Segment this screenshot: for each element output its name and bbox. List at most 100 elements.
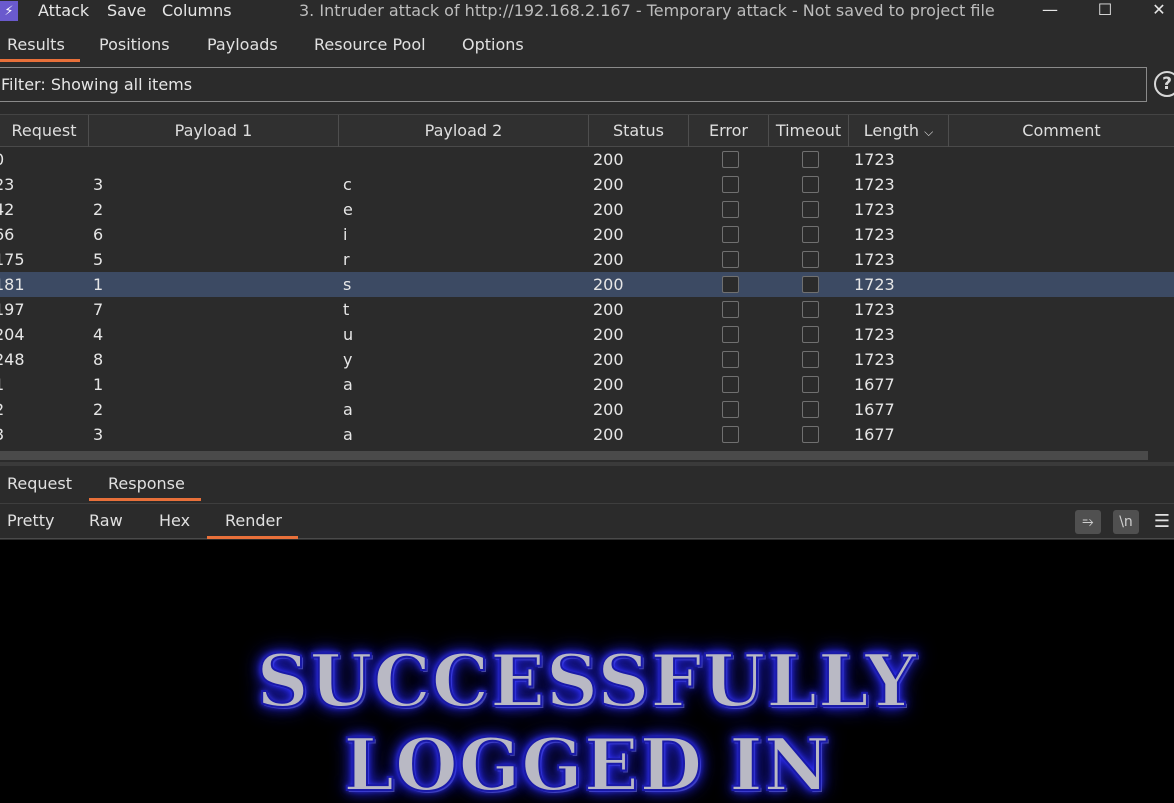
table-row[interactable]: 197 7 t 200 1723 (0, 297, 1174, 322)
timeout-checkbox (802, 151, 819, 168)
table-row[interactable]: 0 200 1723 (0, 147, 1174, 172)
error-checkbox (722, 276, 739, 293)
menu-columns[interactable]: Columns (162, 0, 232, 22)
cell-payload-2: a (343, 375, 353, 394)
cell-status: 200 (593, 225, 624, 244)
split-pane-divider[interactable] (0, 462, 1174, 466)
timeout-checkbox (802, 326, 819, 343)
cell-payload-1: 8 (93, 350, 104, 369)
sort-descending-icon: ⌵ (924, 125, 934, 139)
cell-status: 200 (593, 375, 624, 394)
cell-payload-2: i (343, 225, 348, 244)
hamburger-menu-icon[interactable]: ☰ (1152, 512, 1172, 532)
cell-length: 1723 (854, 150, 895, 169)
column-header-error[interactable]: Error (689, 115, 769, 147)
cell-request: 204 (0, 325, 25, 344)
cell-status: 200 (593, 250, 624, 269)
cell-request: 3 (0, 422, 4, 447)
cell-status: 200 (593, 150, 624, 169)
cell-length: 1677 (854, 400, 895, 419)
cell-length: 1723 (854, 225, 895, 244)
column-header-length[interactable]: Length ⌵ (849, 115, 949, 147)
cell-request: 248 (0, 350, 25, 369)
error-checkbox (722, 376, 739, 393)
error-checkbox (722, 301, 739, 318)
cell-status: 200 (593, 400, 624, 419)
tab-payloads[interactable]: Payloads (207, 30, 278, 62)
title-bar: ⚡ Attack Save Columns 3. Intruder attack… (0, 0, 1174, 24)
minimize-icon[interactable]: — (1035, 0, 1065, 22)
tab-positions[interactable]: Positions (99, 30, 170, 62)
tab-response[interactable]: Response (89, 470, 201, 501)
cell-payload-1: 2 (93, 200, 104, 219)
tab-request[interactable]: Request (7, 470, 72, 501)
cell-request: 66 (0, 225, 15, 244)
timeout-checkbox (802, 401, 819, 418)
table-row[interactable]: 181 1 s 200 1723 (0, 272, 1174, 297)
table-row[interactable]: 248 8 y 200 1723 (0, 347, 1174, 372)
tab-resource-pool[interactable]: Resource Pool (314, 30, 426, 62)
cell-length: 1723 (854, 250, 895, 269)
column-header-payload-2[interactable]: Payload 2 (339, 115, 589, 147)
tab-options[interactable]: Options (462, 30, 524, 62)
show-newlines-icon[interactable]: \n (1113, 510, 1139, 534)
table-row[interactable]: 23 3 c 200 1723 (0, 172, 1174, 197)
help-icon[interactable]: ? (1154, 71, 1174, 97)
column-header-timeout[interactable]: Timeout (769, 115, 849, 147)
column-header-comment[interactable]: Comment (949, 115, 1174, 147)
view-tab-hex[interactable]: Hex (159, 504, 190, 539)
cell-request: 1 (0, 372, 4, 397)
view-tab-raw[interactable]: Raw (89, 504, 123, 539)
cell-length: 1723 (854, 325, 895, 344)
table-row[interactable]: 204 4 u 200 1723 (0, 322, 1174, 347)
cell-status: 200 (593, 350, 624, 369)
column-header-payload-1[interactable]: Payload 1 (89, 115, 339, 147)
column-header-request[interactable]: Request (0, 115, 89, 147)
cell-status: 200 (593, 425, 624, 444)
cell-request: 42 (0, 200, 15, 219)
cell-length: 1677 (854, 375, 895, 394)
cell-payload-1: 4 (93, 325, 104, 344)
results-filter-bar[interactable]: Filter: Showing all items (0, 67, 1147, 102)
cell-request: 181 (0, 275, 25, 294)
cell-payload-1: 3 (93, 425, 104, 444)
cell-payload-1: 1 (93, 375, 104, 394)
error-checkbox (722, 151, 739, 168)
cell-payload-2: r (343, 250, 350, 269)
wrap-lines-icon[interactable]: ⥱ (1075, 510, 1101, 534)
banner-line-2: LOGGED IN (342, 721, 831, 803)
table-row[interactable]: 3 3 a 200 1677 (0, 422, 1174, 447)
error-checkbox (722, 226, 739, 243)
cell-length: 1723 (854, 275, 895, 294)
cell-length: 1723 (854, 350, 895, 369)
cell-payload-1: 1 (93, 275, 104, 294)
column-header-status[interactable]: Status (589, 115, 689, 147)
cell-request: 0 (0, 147, 4, 172)
timeout-checkbox (802, 251, 819, 268)
tab-results[interactable]: Results (0, 30, 80, 62)
table-row[interactable]: 42 2 e 200 1723 (0, 197, 1174, 222)
table-row[interactable]: 666i2001723 (0, 222, 1174, 247)
cell-payload-2: a (343, 425, 353, 444)
menu-save[interactable]: Save (107, 0, 146, 22)
table-row[interactable]: 175 5 r 200 1723 (0, 247, 1174, 272)
cell-request: 175 (0, 250, 25, 269)
view-tab-pretty[interactable]: Pretty (7, 504, 54, 539)
menu-attack[interactable]: Attack (38, 0, 89, 22)
window-title: 3. Intruder attack of http://192.168.2.1… (299, 1, 995, 20)
view-tab-render[interactable]: Render (207, 504, 298, 539)
horizontal-scrollbar[interactable] (0, 451, 1148, 460)
response-render-area: SUCCESSFULLY LOGGED IN (0, 540, 1174, 803)
close-icon[interactable]: ✕ (1144, 0, 1174, 22)
table-row[interactable]: 2 2 a 200 1677 (0, 397, 1174, 422)
maximize-icon[interactable]: ☐ (1090, 0, 1120, 22)
error-checkbox (722, 426, 739, 443)
intruder-tabs: Results Positions Payloads Resource Pool… (0, 30, 1174, 62)
cell-payload-2: t (343, 300, 350, 319)
cell-payload-2: c (343, 175, 352, 194)
table-row[interactable]: 1 1 a 200 1677 (0, 372, 1174, 397)
cell-payload-1: 2 (93, 400, 104, 419)
cell-request: 2 (0, 397, 4, 422)
error-checkbox (722, 351, 739, 368)
banner-line-1: SUCCESSFULLY (256, 637, 918, 724)
